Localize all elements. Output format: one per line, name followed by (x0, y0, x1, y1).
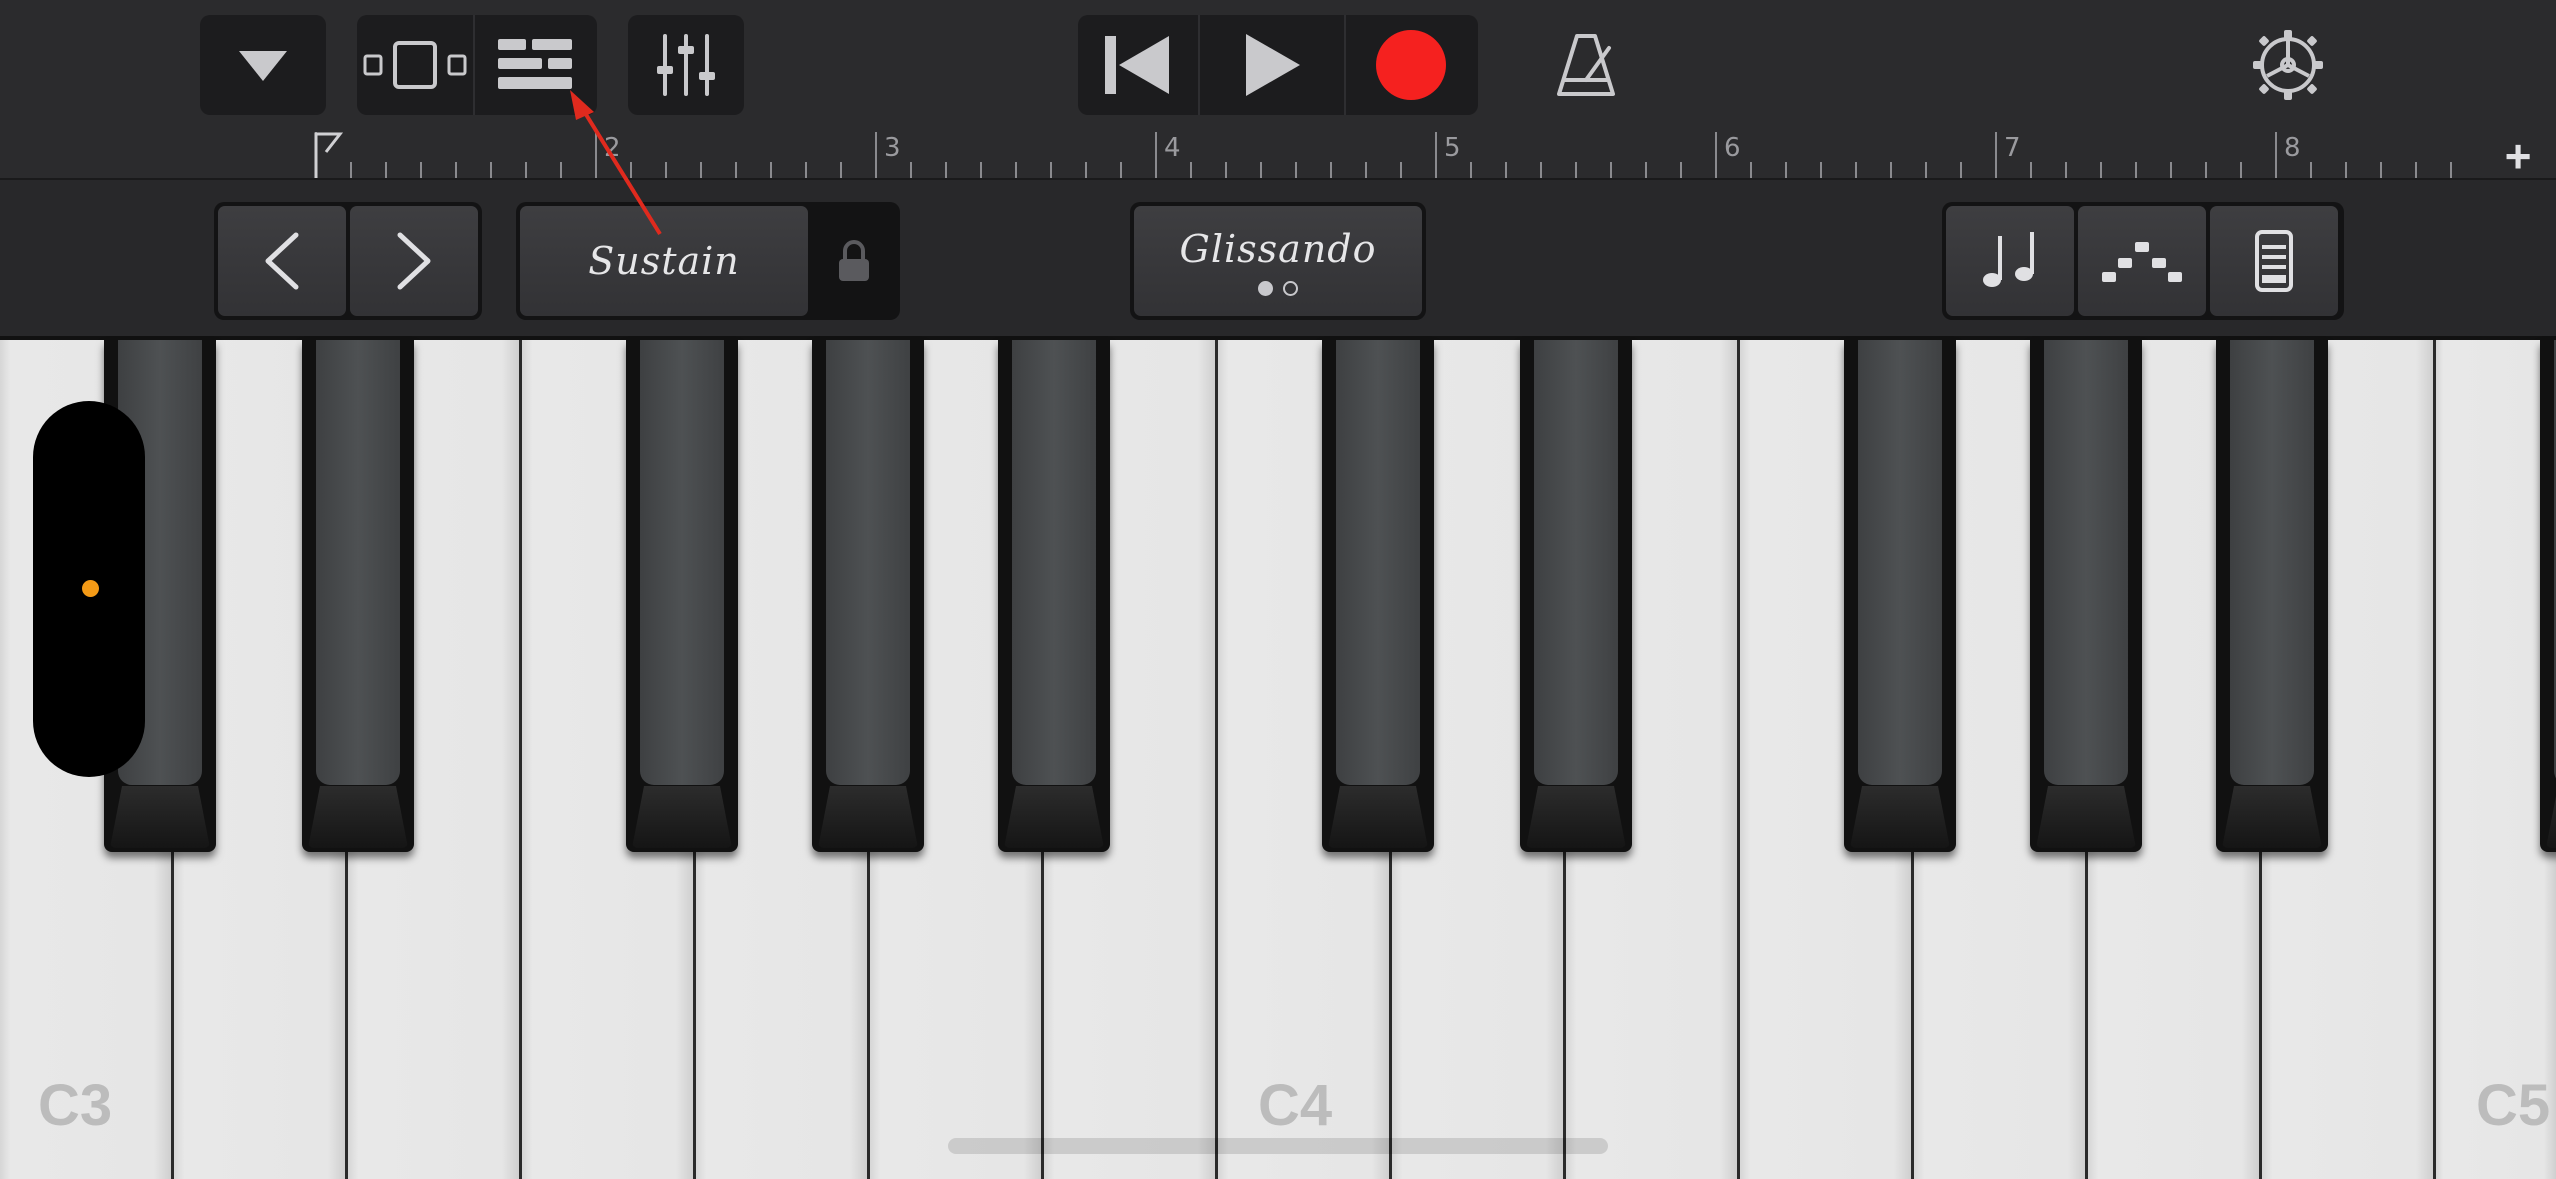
bar-number-5: 5 (1444, 133, 1461, 163)
bar-number-3: 3 (884, 133, 901, 163)
keyboard-layout-icon (2255, 230, 2293, 292)
pitch-bend-handle[interactable] (33, 401, 145, 777)
bar-number-8: 8 (2284, 133, 2301, 163)
lock-icon (839, 240, 869, 281)
glissando-group: Glissando (1130, 202, 1426, 320)
octave-label-c5: C5 (2476, 1073, 2551, 1138)
tracks-view-icon (498, 39, 572, 89)
dropdown-triangle-icon (239, 51, 287, 81)
black-key-asharp4[interactable] (2216, 340, 2328, 852)
settings-gear-icon (2253, 30, 2323, 100)
timeline-ruler[interactable]: 2 3 4 5 6 7 8 + (0, 130, 2556, 180)
black-key-dsharp4[interactable] (1520, 340, 1632, 852)
browser-menu-button[interactable] (200, 15, 326, 115)
playhead-marker (314, 132, 344, 178)
black-key-gsharp3[interactable] (812, 340, 924, 852)
page-dot-active (1258, 280, 1273, 296)
octave-up-button[interactable] (350, 206, 478, 316)
sustain-group: Sustain (516, 202, 900, 320)
black-key-csharp4[interactable] (1322, 340, 1434, 852)
rewind-button[interactable] (1078, 15, 1200, 115)
home-indicator[interactable] (948, 1138, 1608, 1154)
mixer-icon (657, 34, 715, 96)
record-button[interactable] (1346, 15, 1476, 115)
black-key-dsharp3[interactable] (302, 340, 414, 852)
add-icon: + (2504, 130, 2532, 182)
browser-menu-group (200, 15, 326, 115)
mixer-button[interactable] (628, 15, 744, 115)
ruler-ticks: 2 3 4 5 6 7 8 (314, 132, 2452, 178)
keyboard-layout-button[interactable] (2210, 206, 2338, 316)
transport-group (1078, 15, 1478, 115)
bar-number-6: 6 (1724, 133, 1741, 163)
chevron-right-icon (397, 232, 431, 290)
octave-down-button[interactable] (218, 206, 346, 316)
record-icon (1376, 30, 1446, 100)
glissando-page-dots (1258, 280, 1298, 296)
rewind-icon (1105, 36, 1169, 94)
piano-keyboard[interactable]: C3 C4 C5 (0, 340, 2556, 1179)
black-key-fsharp3[interactable] (626, 340, 738, 852)
settings-button[interactable] (2248, 22, 2328, 108)
chevron-left-icon (265, 232, 299, 290)
view-toggle-group (357, 15, 597, 115)
bar-number-4: 4 (1164, 133, 1181, 163)
pitch-indicator-dot (82, 580, 99, 597)
keyboard-controls-strip: Sustain Glissando (0, 180, 2556, 340)
octave-label-c3: C3 (38, 1073, 113, 1138)
black-key-gsharp4[interactable] (2030, 340, 2142, 852)
sustain-button[interactable]: Sustain (520, 206, 808, 316)
white-key-c5[interactable]: C5 (2436, 340, 2556, 1179)
octave-shift-group (214, 202, 482, 320)
page-dot (1283, 280, 1298, 296)
glissando-button[interactable]: Glissando (1134, 206, 1422, 316)
arpeggiator-button[interactable] (2078, 206, 2206, 316)
mixer-group (628, 15, 744, 115)
notes-icon (1983, 232, 2034, 287)
glissando-label: Glissando (1179, 226, 1377, 271)
chord-strip-button[interactable] (1946, 206, 2074, 316)
keyboard-options-group (1942, 202, 2344, 320)
metronome-button[interactable] (1546, 22, 1626, 108)
metronome-icon (1557, 34, 1615, 96)
bar-number-2: 2 (604, 133, 621, 163)
bar-number-7: 7 (2004, 133, 2021, 163)
play-button[interactable] (1200, 15, 1346, 115)
top-toolbar (0, 0, 2556, 130)
single-view-icon (363, 41, 467, 89)
sustain-lock-button[interactable] (812, 206, 896, 316)
arpeggiator-icon (2102, 242, 2182, 282)
tracks-view-button[interactable] (475, 15, 595, 115)
add-section-button[interactable]: + (2496, 130, 2540, 182)
octave-label-c4: C4 (1258, 1073, 1333, 1138)
black-key-fsharp4[interactable] (1844, 340, 1956, 852)
instrument-view-button[interactable] (357, 15, 475, 115)
play-icon (1246, 34, 1300, 96)
sustain-label: Sustain (588, 239, 740, 283)
black-key-asharp3[interactable] (998, 340, 1110, 852)
black-key-csharp5[interactable] (2540, 340, 2556, 852)
garageband-keyboard-screen: 2 3 4 5 6 7 8 + Sustain Glissando C3 C4 C5 (0, 0, 2556, 1179)
